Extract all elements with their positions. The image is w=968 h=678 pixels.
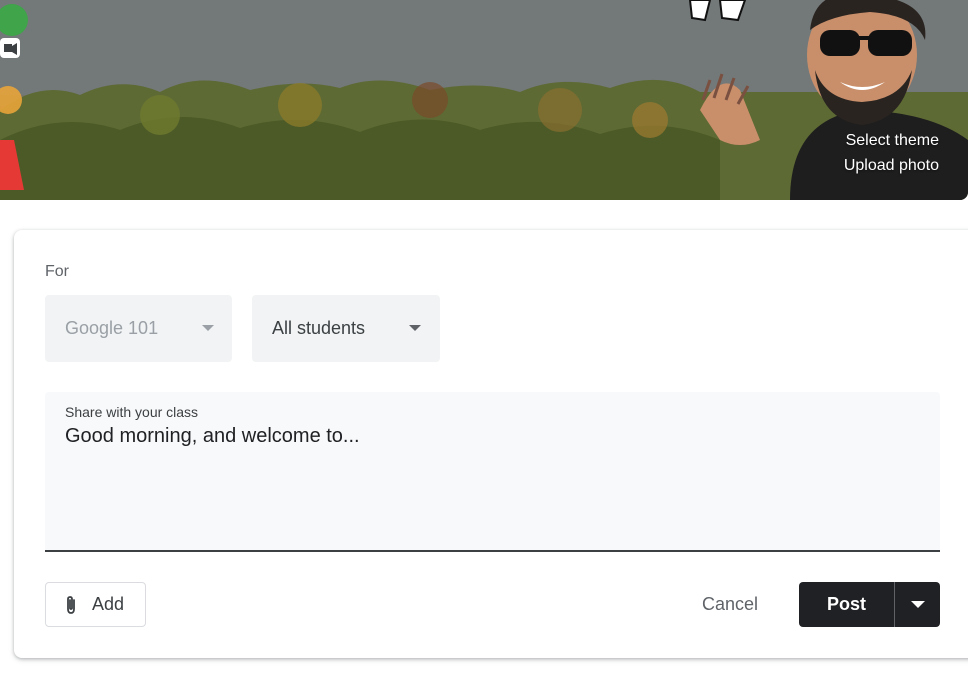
chevron-down-icon	[910, 601, 925, 608]
announcement-composer: For Google 101 All students Share with y…	[14, 230, 968, 658]
banner-image	[0, 0, 968, 200]
post-button[interactable]: Post	[799, 582, 895, 627]
post-button-group: Post	[799, 582, 940, 627]
cancel-button[interactable]: Cancel	[688, 582, 772, 627]
audience-select[interactable]: All students	[252, 295, 440, 362]
select-theme-link[interactable]: Select theme	[846, 132, 939, 150]
add-attachment-button[interactable]: Add	[45, 582, 146, 627]
textarea-value: Good morning, and welcome to...	[65, 425, 360, 447]
add-button-label: Add	[92, 594, 125, 614]
for-label: For	[45, 263, 69, 280]
chevron-down-icon	[409, 325, 421, 331]
textarea-label: Share with your class	[65, 404, 199, 420]
class-select-value: Google 101	[65, 318, 159, 338]
paperclip-icon	[67, 595, 75, 614]
announcement-textarea[interactable]: Share with your class Good morning, and …	[45, 392, 940, 552]
class-banner: Select theme Upload photo	[0, 0, 968, 200]
upload-photo-link[interactable]: Upload photo	[844, 157, 939, 175]
audience-select-value: All students	[272, 318, 366, 338]
chevron-down-icon	[202, 325, 214, 331]
class-select[interactable]: Google 101	[45, 295, 232, 362]
post-options-button[interactable]	[895, 582, 940, 627]
